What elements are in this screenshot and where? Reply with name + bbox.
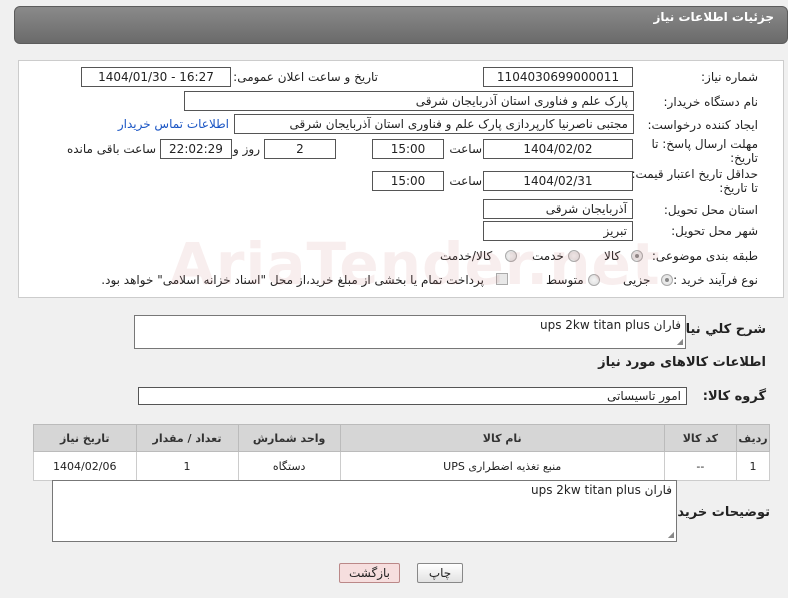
goods-group-field: امور تاسیساتی [138,387,687,405]
response-days-label: روز و [233,142,260,156]
table-row[interactable]: 1 -- منبع تغذیه اضطراری UPS دستگاه 1 140… [33,451,770,481]
response-days-field: 2 [264,139,336,159]
category-label: طبقه بندی موضوعی: [651,249,758,263]
description-text: ups 2kw titan plus فاران [540,318,681,332]
page-title: جزئیات اطلاعات نیاز [653,10,774,24]
delivery-province-field: آذربایجان شرقی [483,199,633,219]
cell-item-name: منبع تغذیه اضطراری UPS [339,451,665,481]
announce-datetime-label: تاریخ و ساعت اعلان عمومی: [233,70,378,84]
price-validity-time-field: 15:00 [372,171,444,191]
response-time-field: 15:00 [372,139,444,159]
description-label: شرح کلي نياز: [672,322,766,337]
price-validity-label-2: تا تاریخ: [719,181,758,195]
cell-item-code: -- [663,451,738,481]
cell-unit: دستگاه [237,451,341,481]
buyer-notes-text: ups 2kw titan plus فاران [531,483,672,497]
remaining-time-label: ساعت باقی مانده [66,142,156,156]
description-textarea[interactable]: ups 2kw titan plus فاران ◢ [134,315,686,349]
col-item-name: نام کالا [339,424,665,452]
response-deadline-label-2: تاریخ: [730,151,758,165]
announce-datetime-field: 1404/01/30 - 16:27 [81,67,231,87]
response-time-label: ساعت [449,142,482,156]
items-table: ردیف کد کالا نام کالا واحد شمارش تعداد /… [33,424,770,481]
delivery-province-label: استان محل تحویل: [663,203,758,217]
cell-quantity: 1 [135,451,239,481]
col-unit: واحد شمارش [237,424,341,452]
buyer-org-field: پارک علم و فناوری استان آذربایجان شرقی [184,91,634,111]
response-date-field: 1404/02/02 [483,139,633,159]
need-number-label: شماره نیاز: [701,70,758,84]
buyer-notes-textarea[interactable]: ups 2kw titan plus فاران ◢ [52,480,677,542]
back-button[interactable]: بازگشت [339,563,400,583]
delivery-city-label: شهر محل تحویل: [671,224,758,238]
cell-row-number: 1 [736,451,770,481]
process-type-label: نوع فرآیند خرید : [673,273,758,287]
price-validity-time-label: ساعت [449,174,482,188]
buyer-contact-link[interactable]: اطلاعات تماس خریدار [118,117,229,131]
requester-label: ایجاد کننده درخواست: [647,118,758,132]
price-validity-label: حداقل تاریخ اعتبار قیمت: [631,167,758,181]
remaining-time-field: 22:02:29 [160,139,232,159]
goods-section-title: اطلاعات کالاهای مورد نیاز [598,355,766,370]
cell-need-date: 1404/02/06 [33,451,137,481]
buyer-org-label: نام دستگاه خریدار: [663,95,759,109]
response-deadline-label: مهلت ارسال پاسخ: تا [651,137,758,151]
col-need-date: تاریخ نیاز [33,424,137,452]
table-header-row: ردیف کد کالا نام کالا واحد شمارش تعداد /… [33,424,770,452]
requester-field: مجتبی ناصرنیا کارپردازی پارک علم و فناور… [234,114,634,134]
price-validity-date-field: 1404/02/31 [483,171,633,191]
process-radio-minor[interactable] [661,274,673,286]
col-quantity: تعداد / مقدار [135,424,239,452]
col-row-number: ردیف [736,424,770,452]
goods-group-label: گروه کالا: [702,389,766,404]
watermark: AriaTender.net [170,230,661,298]
resize-grip-icon[interactable]: ◢ [675,338,683,346]
resize-grip-icon[interactable]: ◢ [666,531,674,539]
print-button[interactable]: چاپ [417,563,463,583]
col-item-code: کد کالا [663,424,738,452]
need-number-field: 1104030699000011 [483,67,633,87]
